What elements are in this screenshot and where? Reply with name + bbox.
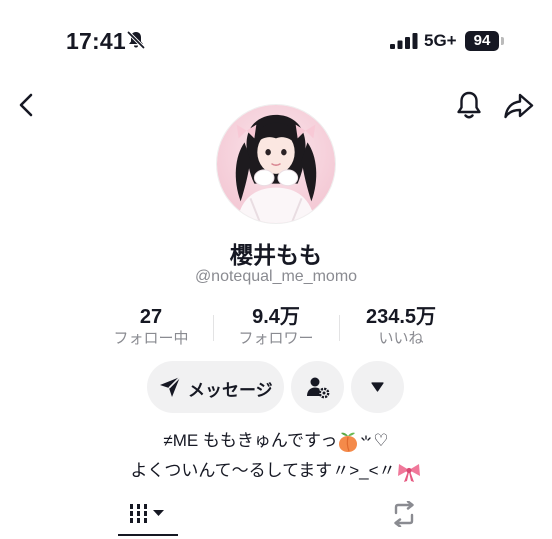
status-bar: 17:41 5G+ 94 [0, 0, 552, 80]
paper-plane-icon [160, 376, 181, 397]
video-grid-icon [130, 504, 164, 523]
peach-emoji [339, 432, 358, 452]
stat-label: フォロワー [238, 330, 314, 347]
profile-nickname: 櫻井もも [230, 242, 322, 268]
stat-divider [213, 315, 214, 341]
sparkle-emoji [361, 434, 372, 441]
message-button[interactable]: メッセージ [147, 361, 284, 413]
profile-handle: @notequal_me_momo [194, 268, 358, 285]
bio-line-1-suffix: ♡ [373, 431, 389, 450]
caret-down-icon [371, 382, 384, 392]
repost-icon [394, 501, 414, 527]
follow-settings-button[interactable] [291, 361, 344, 413]
battery-indicator: 94 [465, 31, 499, 51]
back-button[interactable] [14, 92, 40, 118]
stat-following[interactable]: 27 フォロー中 [91, 305, 211, 349]
tab-reposts[interactable] [388, 498, 420, 538]
stat-value: 234.5万 [365, 306, 437, 328]
tab-videos[interactable] [118, 498, 178, 538]
share-button[interactable] [503, 92, 535, 120]
notification-bell-button[interactable] [455, 90, 483, 120]
stat-value: 9.4万 [252, 306, 300, 328]
signal-strength-icon [390, 33, 418, 49]
stat-label: いいね [378, 330, 424, 347]
stat-value: 27 [139, 306, 163, 328]
avatar[interactable] [216, 104, 336, 224]
ribbon-emoji [397, 463, 420, 482]
bio-line-1: ≠ME ももきゅんですっ ♡ [0, 426, 552, 453]
more-options-button[interactable] [351, 361, 404, 413]
bell-slash-icon [126, 30, 146, 50]
status-time: 17:41 [66, 28, 126, 54]
bio-line-1-text: ≠ME ももきゅんですっ [163, 431, 338, 450]
network-type: 5G+ [424, 31, 457, 50]
bio-line-2-text: よくついんて〜るしてます〃>_<〃 [130, 461, 396, 480]
message-button-label: メッセージ [188, 381, 273, 400]
stat-label: フォロー中 [113, 330, 189, 347]
battery-tip [501, 37, 504, 45]
bio-line-2: よくついんて〜るしてます〃>_<〃 [0, 456, 552, 483]
stat-followers[interactable]: 9.4万 フォロワー [216, 305, 336, 349]
user-gear-icon [307, 377, 330, 399]
active-tab-indicator [118, 534, 178, 536]
stat-divider [339, 315, 340, 341]
stat-likes[interactable]: 234.5万 いいね [341, 305, 461, 349]
